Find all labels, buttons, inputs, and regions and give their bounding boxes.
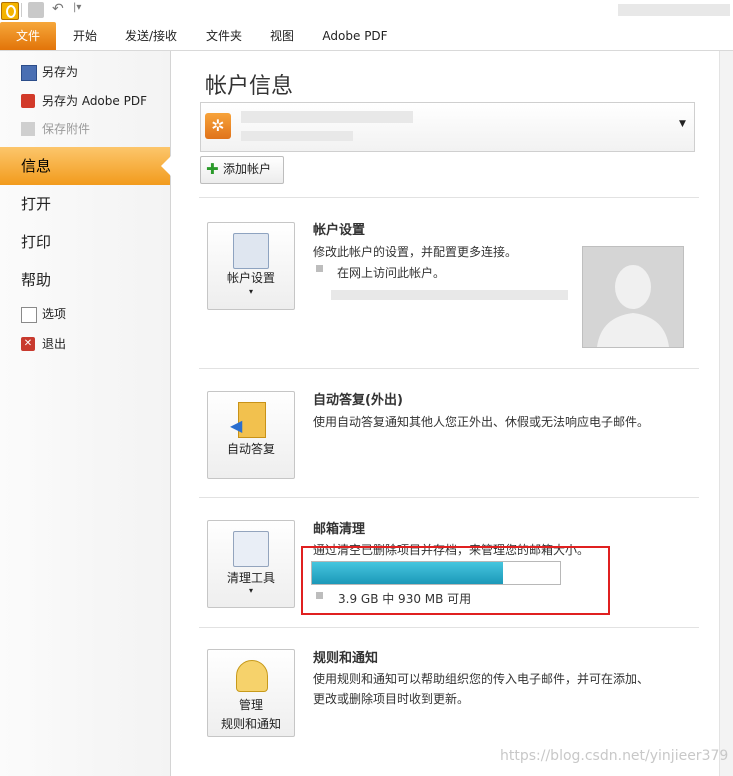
plus-icon: ✚ <box>206 160 219 178</box>
outlook-app-icon <box>1 2 19 20</box>
section-title: 规则和通知 <box>313 651 379 666</box>
tab-folder[interactable]: 文件夹 <box>194 22 254 50</box>
ribbon-tabs: 文件 开始 发送/接收 文件夹 视图 Adobe PDF <box>0 22 733 51</box>
divider <box>199 497 699 498</box>
chevron-down-icon: ▼ <box>679 119 686 129</box>
nav-options[interactable]: 选项 <box>0 301 170 327</box>
pdf-icon <box>21 94 35 108</box>
backstage-nav: 另存为 另存为 Adobe PDF 保存附件 信息 打开 打印 帮助 选项 ✕ … <box>0 51 171 776</box>
mailbox-quota-bar <box>311 561 561 585</box>
add-account-button[interactable]: ✚ 添加帐户 <box>200 156 284 184</box>
nav-save-attachments: 保存附件 <box>0 116 170 142</box>
person-silhouette-icon <box>583 247 683 347</box>
account-settings-icon <box>233 233 269 269</box>
section-title: 帐户设置 <box>313 223 366 238</box>
nav-print[interactable]: 打印 <box>0 223 170 261</box>
page-title: 帐户信息 <box>205 74 294 99</box>
section-description: 修改此帐户的设置，并配置更多连接。 <box>313 245 518 259</box>
tab-home[interactable]: 开始 <box>62 22 108 50</box>
nav-exit[interactable]: ✕ 退出 <box>0 331 170 357</box>
undo-icon[interactable]: ↶ <box>52 1 64 17</box>
exchange-icon: ✲ <box>205 113 231 139</box>
tab-adobe-pdf[interactable]: Adobe PDF <box>312 22 398 50</box>
chevron-down-icon: ▾ <box>248 287 253 296</box>
manage-rules-button[interactable]: 管理 规则和通知 <box>207 649 295 737</box>
tab-send-receive[interactable]: 发送/接收 <box>114 22 188 50</box>
divider <box>199 368 699 369</box>
arrow-left-icon: ◀ <box>230 416 243 435</box>
account-type-blurred <box>241 131 353 141</box>
rules-bell-icon <box>236 660 268 692</box>
section-description: 使用自动答复通知其他人您正外出、休假或无法响应电子邮件。 <box>313 415 650 429</box>
avatar <box>582 246 684 348</box>
web-access-link[interactable]: 在网上访问此帐户。 <box>337 264 445 281</box>
quota-text: 3.9 GB 中 930 MB 可用 <box>338 592 472 606</box>
nav-info[interactable]: 信息 <box>0 147 171 185</box>
section-description: 更改或删除项目时收到更新。 <box>313 692 470 706</box>
tab-view[interactable]: 视图 <box>260 22 304 50</box>
attachment-icon <box>21 122 35 136</box>
tab-file[interactable]: 文件 <box>0 22 56 50</box>
cleanup-icon <box>233 531 269 567</box>
send-receive-icon[interactable] <box>28 2 44 18</box>
cleanup-tools-button[interactable]: 清理工具 ▾ <box>207 520 295 608</box>
nav-save-as[interactable]: 另存为 <box>0 59 170 85</box>
bullet <box>316 265 323 272</box>
bullet <box>316 592 323 599</box>
nav-open[interactable]: 打开 <box>0 185 170 223</box>
quick-access-toolbar: ↶ |▾ <box>0 0 733 22</box>
exit-icon: ✕ <box>21 337 35 351</box>
section-title: 自动答复(外出) <box>313 393 403 408</box>
account-settings-button[interactable]: 帐户设置 ▾ <box>207 222 295 310</box>
options-icon <box>21 307 37 323</box>
chevron-down-icon: ▾ <box>248 586 253 595</box>
section-description: 使用规则和通知可以帮助组织您的传入电子邮件，并可在添加、 <box>313 672 650 686</box>
nav-save-as-pdf[interactable]: 另存为 Adobe PDF <box>0 88 170 114</box>
save-as-icon <box>21 65 37 81</box>
divider <box>199 197 699 198</box>
scrollbar[interactable] <box>719 51 733 776</box>
quota-fill <box>312 562 503 584</box>
auto-reply-button[interactable]: ◀ 自动答复 <box>207 391 295 479</box>
window-title-blurred <box>618 4 730 16</box>
nav-help[interactable]: 帮助 <box>0 261 170 299</box>
watermark: https://blog.csdn.net/yinjieer379 <box>500 748 729 764</box>
section-title: 邮箱清理 <box>313 522 366 537</box>
divider <box>199 627 699 628</box>
account-selector[interactable]: ✲ ▼ <box>200 102 695 152</box>
web-url-blurred <box>331 290 568 300</box>
customize-qat-icon[interactable]: |▾ <box>73 2 81 13</box>
account-name-blurred <box>241 111 413 123</box>
